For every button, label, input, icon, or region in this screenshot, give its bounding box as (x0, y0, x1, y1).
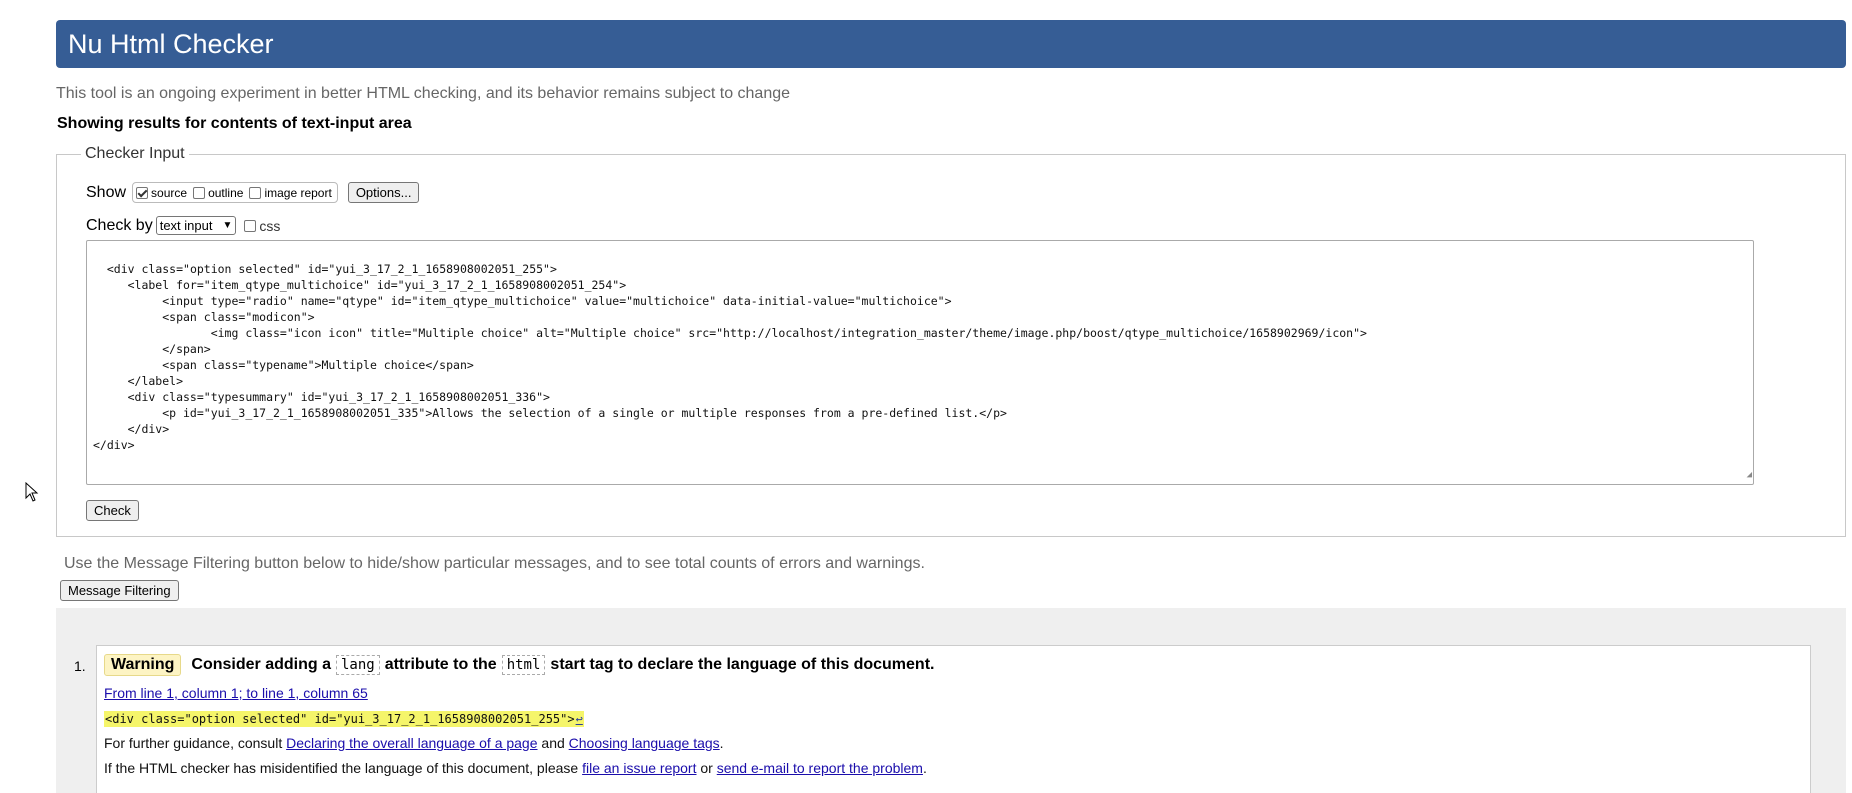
warning-badge: Warning (104, 654, 182, 676)
css-checkbox[interactable] (244, 219, 257, 232)
filter-note: Use the Message Filtering button below t… (64, 555, 925, 572)
misid-or: or (700, 760, 713, 776)
check-by-label: Check by (86, 216, 153, 234)
guidance-end: . (719, 735, 724, 751)
show-image-report-checkbox[interactable] (249, 186, 262, 199)
show-source-label: source (151, 185, 188, 200)
checker-input-legend: Checker Input (85, 145, 185, 162)
show-image-report-label: image report (264, 185, 332, 200)
choosing-language-tags-link[interactable]: Choosing language tags (569, 735, 720, 751)
source-text: <div class="option selected" id="yui_3_1… (93, 262, 1367, 452)
warning-text-middle: attribute to the (384, 656, 497, 673)
show-outline-checkbox[interactable] (193, 186, 206, 199)
show-outline-option[interactable]: outline (193, 186, 243, 200)
options-button[interactable]: Options... (347, 182, 420, 203)
css-option[interactable]: css (244, 218, 280, 234)
return-icon: ↩ (575, 712, 583, 726)
page-title: Nu Html Checker (68, 29, 274, 59)
warning-code-lang: lang (335, 655, 380, 675)
send-email-link[interactable]: send e-mail to report the problem (717, 760, 923, 776)
resize-handle-icon[interactable]: ◢ (1747, 467, 1752, 483)
code-extract: <div class="option selected" id="yui_3_1… (104, 711, 584, 727)
show-source-option[interactable]: source (136, 186, 187, 200)
extract-text: <div class="option selected" id="yui_3_1… (105, 712, 575, 726)
file-issue-report-link[interactable]: file an issue report (582, 760, 696, 776)
message-number: 1. (74, 658, 86, 674)
show-row: Show source outline image report Options… (86, 182, 420, 203)
show-label: Show (86, 183, 127, 201)
source-textarea[interactable]: <div class="option selected" id="yui_3_1… (86, 240, 1754, 485)
show-source-checkbox[interactable] (136, 186, 149, 199)
show-image-report-option[interactable]: image report (249, 185, 332, 200)
mouse-pointer-icon (25, 482, 39, 502)
page-header: Nu Html Checker (56, 20, 1846, 68)
css-label: css (259, 217, 281, 234)
warning-code-html: html (501, 655, 546, 675)
guidance-and: and (541, 735, 565, 751)
message-filtering-button[interactable]: Message Filtering (60, 580, 179, 601)
misid-end: . (922, 760, 927, 776)
location-link[interactable]: From line 1, column 1; to line 1, column… (104, 685, 368, 701)
chevron-down-icon: ▼ (222, 220, 233, 231)
guidance-prefix: For further guidance, consult (104, 735, 283, 751)
check-button[interactable]: Check (86, 500, 139, 521)
misidentified-text: If the HTML checker has misidentified th… (104, 760, 927, 776)
check-by-row: Check by text input ▼ css (86, 216, 280, 235)
tagline: This tool is an ongoing experiment in be… (56, 85, 791, 102)
show-outline-label: outline (208, 185, 244, 200)
guidance-text: For further guidance, consult Declaring … (104, 735, 724, 751)
showing-results-heading: Showing results for contents of text-inp… (57, 115, 412, 132)
warning-message: Warning Consider adding a lang attribute… (104, 654, 934, 676)
declaring-language-link[interactable]: Declaring the overall language of a page (286, 735, 537, 751)
warning-text-after: start tag to declare the language of thi… (550, 656, 935, 673)
show-options-group: source outline image report (132, 182, 338, 203)
misid-prefix: If the HTML checker has misidentified th… (104, 760, 579, 776)
check-by-value: text input (159, 218, 213, 233)
warning-text-before: Consider adding a (191, 656, 331, 673)
check-by-select[interactable]: text input ▼ (155, 216, 237, 235)
